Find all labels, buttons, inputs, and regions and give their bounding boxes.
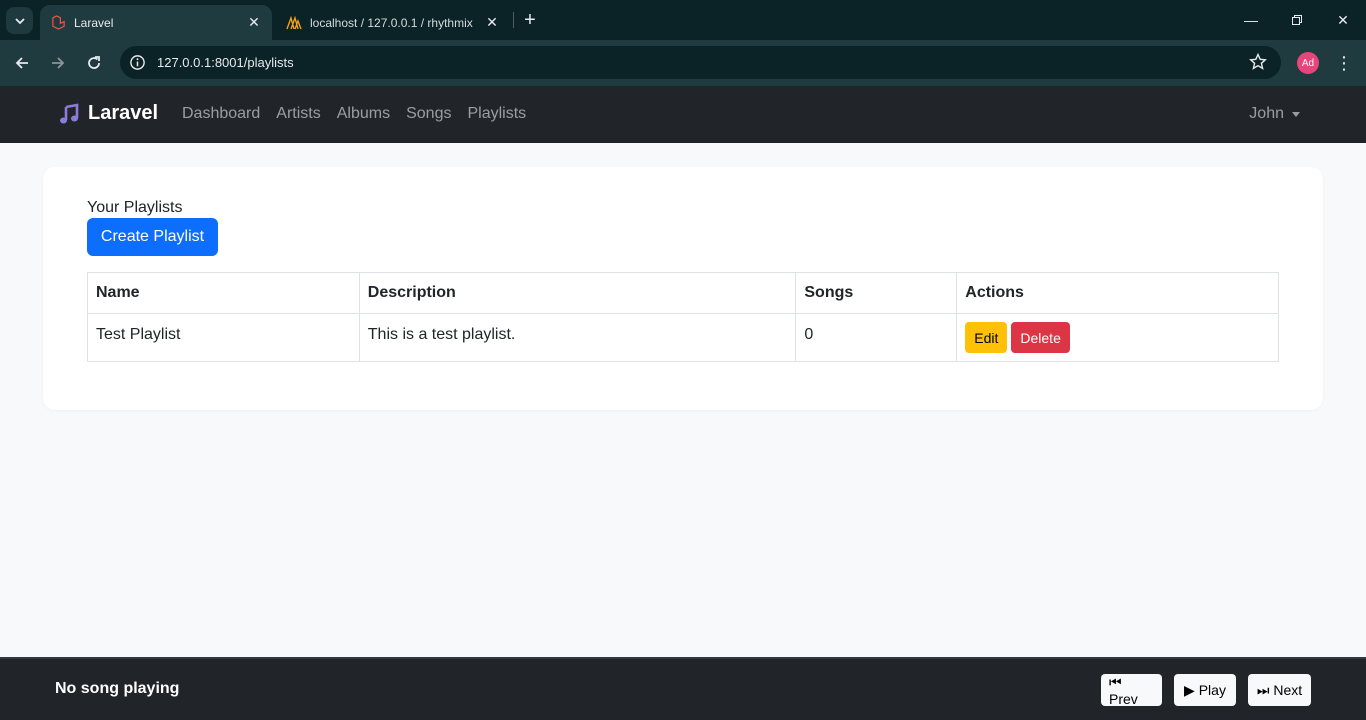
playlist-name: Test Playlist <box>87 313 360 362</box>
column-header-songs: Songs <box>795 272 958 314</box>
tab-phpmyadmin[interactable]: localhost / 127.0.0.1 / rhythmix ✕ <box>276 5 510 40</box>
table-row: Test Playlist This is a test playlist. 0… <box>87 313 1279 362</box>
close-window-button[interactable]: ✕ <box>1320 0 1366 40</box>
playlists-table: Name Description Songs Actions Test Play… <box>87 272 1279 362</box>
next-button[interactable]: ⏭ Next <box>1248 674 1311 706</box>
brand-text: Laravel <box>88 102 159 124</box>
profile-avatar[interactable]: Ad <box>1297 52 1319 74</box>
user-dropdown[interactable]: John <box>1249 105 1300 123</box>
tab-separator <box>513 12 514 28</box>
tab-laravel[interactable]: Laravel ✕ <box>40 5 272 40</box>
minimize-button[interactable]: — <box>1228 0 1274 40</box>
close-icon[interactable]: ✕ <box>246 14 262 31</box>
back-button[interactable] <box>7 48 37 78</box>
tab-title: localhost / 127.0.0.1 / rhythmix <box>310 15 473 30</box>
restore-button[interactable] <box>1274 0 1320 40</box>
laravel-favicon-icon <box>50 15 66 31</box>
user-name: John <box>1249 105 1284 122</box>
url-text[interactable]: 127.0.0.1:8001/playlists <box>157 55 294 70</box>
arrow-left-icon <box>15 57 28 69</box>
phpmyadmin-favicon-icon <box>286 15 302 31</box>
column-header-description: Description <box>358 272 797 314</box>
nav-albums[interactable]: Albums <box>337 105 390 123</box>
create-playlist-button[interactable]: Create Playlist <box>87 218 218 256</box>
bookmark-star-icon[interactable] <box>1249 53 1267 71</box>
nav-songs[interactable]: Songs <box>406 105 451 123</box>
playlists-card: Your Playlists Create Playlist Name Desc… <box>43 167 1323 410</box>
caret-down-icon <box>1292 111 1300 117</box>
music-note-icon <box>60 102 79 123</box>
nav-links: Dashboard Artists Albums Songs Playlists <box>182 105 542 123</box>
browser-tab-strip: Laravel ✕ localhost / 127.0.0.1 / rhythm… <box>0 0 1366 40</box>
reload-button[interactable] <box>79 48 109 78</box>
prev-button[interactable]: ⏮ Prev <box>1101 674 1162 707</box>
site-info-icon[interactable] <box>129 54 146 71</box>
forward-button[interactable] <box>43 48 73 78</box>
tab-search-button[interactable] <box>6 7 33 34</box>
nav-dashboard[interactable]: Dashboard <box>182 105 260 123</box>
new-tab-button[interactable]: + <box>520 9 540 31</box>
edit-button[interactable]: Edit <box>965 322 1008 353</box>
close-icon[interactable]: ✕ <box>484 14 500 31</box>
reload-icon <box>88 56 100 69</box>
delete-button[interactable]: Delete <box>1011 322 1070 353</box>
browser-toolbar: 127.0.0.1:8001/playlists Ad ⋮ <box>0 40 1366 86</box>
brand-link[interactable]: Laravel <box>58 102 158 125</box>
restore-icon <box>1292 15 1302 25</box>
table-header-row: Name Description Songs Actions <box>87 272 1279 314</box>
chevron-down-icon <box>14 17 25 24</box>
browser-menu-icon[interactable]: ⋮ <box>1334 52 1354 74</box>
app-navbar: Laravel Dashboard Artists Albums Songs P… <box>0 86 1366 143</box>
nav-artists[interactable]: Artists <box>276 105 320 123</box>
nav-playlists[interactable]: Playlists <box>467 105 526 123</box>
playlist-song-count: 0 <box>795 313 958 362</box>
tab-title: Laravel <box>74 15 114 30</box>
playlist-description: This is a test playlist. <box>358 313 797 362</box>
column-header-actions: Actions <box>956 272 1279 314</box>
play-button[interactable]: ▶ Play <box>1174 674 1236 706</box>
now-playing-text: No song playing <box>55 680 180 697</box>
address-bar[interactable]: 127.0.0.1:8001/playlists <box>120 46 1281 79</box>
music-player-bar: No song playing ⏮ Prev ▶ Play ⏭ Next <box>0 657 1366 720</box>
arrow-right-icon <box>52 57 65 69</box>
playlist-actions: Edit Delete <box>956 313 1279 362</box>
column-header-name: Name <box>87 272 360 314</box>
page-title: Your Playlists <box>87 199 183 216</box>
